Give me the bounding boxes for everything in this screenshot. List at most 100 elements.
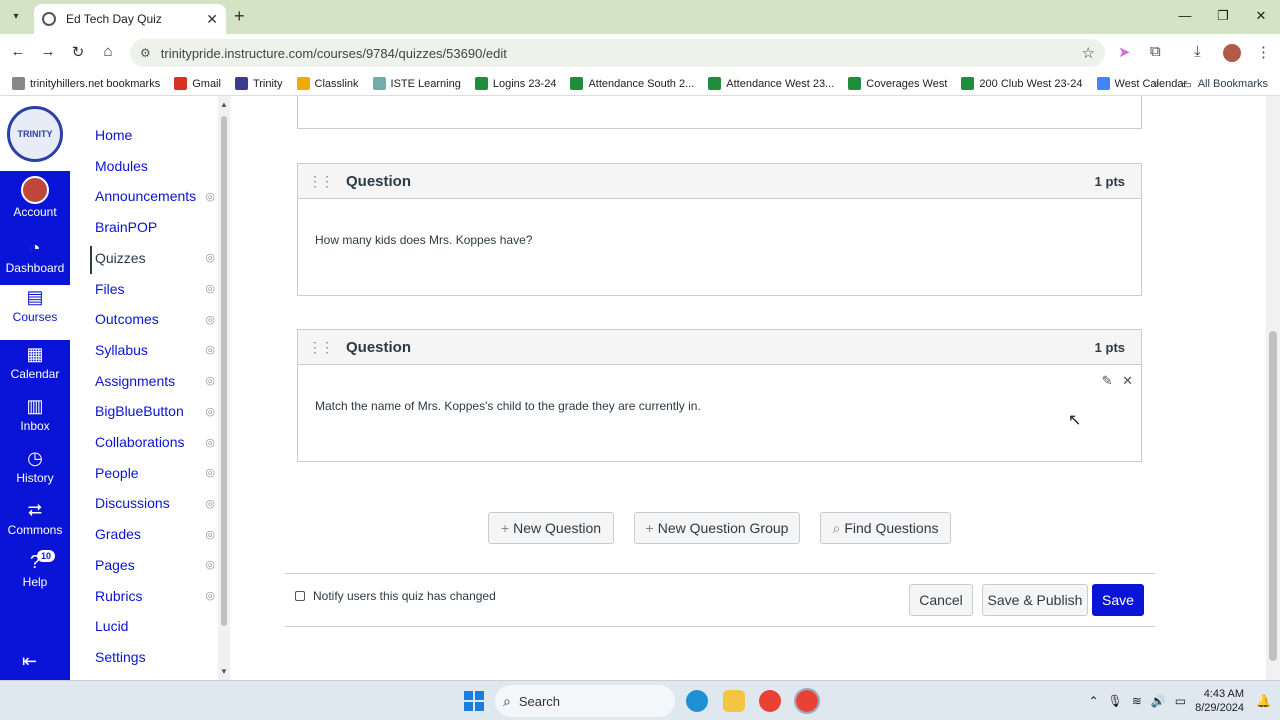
windows-start-icon[interactable] bbox=[464, 691, 484, 711]
course-nav-item-outcomes[interactable]: Outcomes ◎ bbox=[95, 306, 215, 332]
site-info-icon[interactable]: ⚙ bbox=[140, 46, 151, 60]
minimize-icon[interactable]: — bbox=[1166, 0, 1204, 34]
course-nav-item-bigbluebutton[interactable]: BigBlueButton ◎ bbox=[95, 398, 215, 424]
gn-commons[interactable]: ⮂ Commons bbox=[0, 498, 70, 550]
close-tab-icon[interactable]: ✕ bbox=[206, 11, 218, 28]
course-nav-item-brainpop[interactable]: BrainPOP bbox=[95, 214, 215, 240]
cancel-button[interactable]: Cancel bbox=[909, 584, 973, 616]
gn-dashboard[interactable]: ◔ Dashboard bbox=[0, 236, 70, 288]
course-nav-item-discussions[interactable]: Discussions ◎ bbox=[95, 490, 215, 516]
bookmark-icon bbox=[570, 77, 584, 90]
home-icon[interactable]: ⌂ bbox=[98, 43, 118, 60]
chrome-icon[interactable] bbox=[759, 690, 781, 712]
course-nav-item-grades[interactable]: Grades ◎ bbox=[95, 521, 215, 547]
new-question-group-button[interactable]: + New Question Group bbox=[634, 512, 800, 544]
scroll-up-icon[interactable]: ▲ bbox=[220, 100, 228, 109]
notification-bell-icon[interactable]: 🔔 bbox=[1256, 694, 1271, 708]
course-nav-item-syllabus[interactable]: Syllabus ◎ bbox=[95, 337, 215, 363]
download-icon[interactable]: ⤓ bbox=[1194, 43, 1201, 60]
scroll-thumb[interactable] bbox=[1269, 331, 1277, 661]
edge-icon[interactable] bbox=[686, 690, 708, 712]
new-question-button[interactable]: + New Question bbox=[488, 512, 614, 544]
course-nav-item-modules[interactable]: Modules bbox=[95, 153, 215, 179]
course-nav-item-files[interactable]: Files ◎ bbox=[95, 276, 215, 302]
gn-inbox[interactable]: ▥ Inbox bbox=[0, 394, 70, 446]
bookmark-item[interactable]: 200 Club West 23-24 bbox=[961, 77, 1083, 90]
bookmark-item[interactable]: Attendance South 2... bbox=[570, 77, 694, 90]
school-logo[interactable]: TRINITY bbox=[0, 96, 70, 171]
back-icon[interactable]: ← bbox=[8, 43, 28, 60]
profile-avatar[interactable] bbox=[1223, 44, 1241, 62]
more-bookmarks-icon[interactable]: » bbox=[1153, 78, 1159, 90]
question-points: 1 pts bbox=[1094, 173, 1125, 189]
extensions-puzzle-icon[interactable]: ⧉ bbox=[1150, 43, 1161, 60]
maximize-icon[interactable]: ❐ bbox=[1204, 0, 1242, 34]
gn-calendar[interactable]: ▦ Calendar bbox=[0, 342, 70, 394]
file-explorer-icon[interactable] bbox=[723, 690, 745, 712]
course-nav-item-rubrics[interactable]: Rubrics ◎ bbox=[95, 583, 215, 609]
volume-icon[interactable]: 🔊 bbox=[1151, 694, 1166, 708]
question-header[interactable]: ⋮⋮ Question 1 pts bbox=[298, 164, 1141, 199]
save-button[interactable]: Save bbox=[1092, 584, 1144, 616]
bookmark-item[interactable]: ISTE Learning bbox=[372, 77, 461, 90]
notify-checkbox[interactable] bbox=[295, 591, 305, 601]
course-nav-item-assignments[interactable]: Assignments ◎ bbox=[95, 368, 215, 394]
reload-icon[interactable]: ↻ bbox=[68, 43, 88, 61]
drag-handle-icon[interactable]: ⋮⋮ bbox=[308, 339, 334, 356]
forward-icon[interactable]: → bbox=[38, 43, 58, 60]
clock-time: 4:43 AM bbox=[1203, 688, 1245, 700]
scroll-thumb[interactable] bbox=[221, 116, 227, 626]
bookmark-item[interactable]: Classlink bbox=[296, 77, 359, 90]
bookmark-star-icon[interactable]: ☆ bbox=[1082, 44, 1095, 62]
course-nav-item-pages[interactable]: Pages ◎ bbox=[95, 552, 215, 578]
close-window-icon[interactable]: ✕ bbox=[1242, 0, 1280, 34]
course-nav-item-home[interactable]: Home bbox=[95, 122, 215, 148]
button-label: New Question bbox=[513, 520, 602, 536]
course-nav-item-announcements[interactable]: Announcements ◎ bbox=[95, 183, 215, 209]
bookmark-item[interactable]: Logins 23-24 bbox=[474, 77, 556, 90]
chrome-active-icon[interactable] bbox=[794, 688, 820, 714]
save-publish-button[interactable]: Save & Publish bbox=[982, 584, 1088, 616]
delete-x-icon[interactable]: ✕ bbox=[1122, 373, 1133, 388]
bookmark-item[interactable]: trinityhillers.net bookmarks bbox=[12, 77, 160, 90]
gn-history[interactable]: ◷ History bbox=[0, 446, 70, 498]
scroll-down-icon[interactable]: ▼ bbox=[220, 667, 228, 676]
address-bar[interactable]: ⚙ trinitypride.instructure.com/courses/9… bbox=[130, 39, 1105, 67]
question-body: How many kids does Mrs. Koppes have? bbox=[298, 199, 1141, 295]
course-nav-item-quizzes[interactable]: Quizzes ◎ bbox=[95, 245, 215, 271]
wifi-icon[interactable]: ≋ bbox=[1132, 694, 1142, 708]
gn-account[interactable]: Account bbox=[0, 176, 70, 228]
drag-handle-icon[interactable]: ⋮⋮ bbox=[308, 173, 334, 190]
taskbar-search[interactable]: ⌕ Search bbox=[495, 685, 675, 717]
notify-users-option[interactable]: Notify users this quiz has changed bbox=[295, 589, 496, 603]
find-questions-button[interactable]: ⌕ Find Questions bbox=[820, 512, 951, 544]
question-header[interactable]: ⋮⋮ Question 1 pts bbox=[298, 330, 1141, 365]
menu-kebab-icon[interactable]: ⋮ bbox=[1256, 43, 1271, 61]
bookmark-item[interactable]: Attendance West 23... bbox=[708, 77, 834, 90]
chevron-up-icon[interactable]: ⌃ bbox=[1088, 694, 1098, 708]
bookmark-item[interactable]: Trinity bbox=[234, 77, 283, 90]
course-nav-item-collaborations[interactable]: Collaborations ◎ bbox=[95, 429, 215, 455]
battery-icon[interactable]: ▭ bbox=[1175, 694, 1186, 708]
clock[interactable]: 4:43 AM 8/29/2024 bbox=[1195, 687, 1244, 715]
bookmark-item[interactable]: Gmail bbox=[174, 77, 221, 90]
edit-pencil-icon[interactable]: ✎ bbox=[1102, 373, 1113, 388]
gn-label: Courses bbox=[12, 310, 58, 324]
course-nav-scrollbar[interactable]: ▲ ▼ bbox=[218, 96, 230, 680]
bookmark-label: Trinity bbox=[252, 77, 283, 90]
tab-search-icon[interactable]: ▾ bbox=[6, 6, 26, 26]
microphone-icon[interactable]: 🎙 bbox=[1108, 694, 1123, 708]
bookmark-item[interactable]: Coverages West bbox=[848, 77, 947, 90]
collapse-nav-icon[interactable]: ⇤ bbox=[22, 651, 37, 672]
gn-courses[interactable]: ▤ Courses bbox=[0, 285, 70, 340]
page-scrollbar[interactable] bbox=[1266, 96, 1280, 680]
browser-tab[interactable]: Ed Tech Day Quiz ✕ bbox=[34, 4, 226, 34]
gn-help[interactable]: ? 10 Help bbox=[0, 550, 70, 602]
course-nav-item-lucid[interactable]: Lucid bbox=[95, 613, 215, 639]
all-bookmarks[interactable]: » ▭ All Bookmarks bbox=[1153, 72, 1268, 96]
course-nav-item-settings[interactable]: Settings bbox=[95, 644, 215, 670]
new-tab-icon[interactable]: + bbox=[234, 6, 245, 27]
url-text[interactable]: trinitypride.instructure.com/courses/978… bbox=[161, 46, 1082, 61]
extension-icon[interactable]: ➤ bbox=[1118, 43, 1131, 61]
course-nav-item-people[interactable]: People ◎ bbox=[95, 460, 215, 486]
